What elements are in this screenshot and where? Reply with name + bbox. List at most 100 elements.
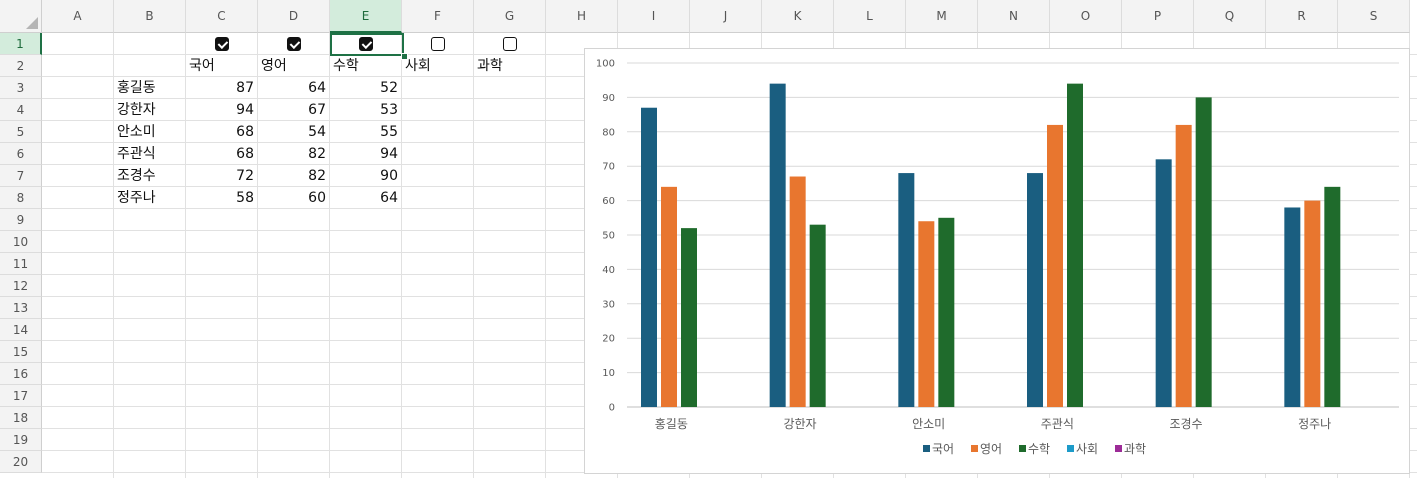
row-header-9[interactable]: 9 xyxy=(0,209,42,231)
score-cell[interactable]: 53 xyxy=(330,99,398,121)
subject-checkbox-g[interactable] xyxy=(503,37,517,51)
subject-checkbox-c[interactable] xyxy=(215,37,229,51)
student-name-cell[interactable]: 조경수 xyxy=(117,165,156,187)
column-header-a[interactable]: A xyxy=(42,0,114,33)
x-category-label: 안소미 xyxy=(912,417,945,431)
bar-수학-안소미[interactable] xyxy=(938,217,955,407)
column-header-r[interactable]: R xyxy=(1266,0,1338,33)
score-cell[interactable]: 54 xyxy=(258,121,326,143)
row-header-5[interactable]: 5 xyxy=(0,121,42,143)
column-header-l[interactable]: L xyxy=(834,0,906,33)
row-header-6[interactable]: 6 xyxy=(0,143,42,165)
column-header-g[interactable]: G xyxy=(474,0,546,33)
bar-영어-홍길동[interactable] xyxy=(661,186,677,407)
bar-영어-강한자[interactable] xyxy=(789,176,806,407)
column-header-s[interactable]: S xyxy=(1338,0,1410,33)
score-cell[interactable]: 64 xyxy=(258,77,326,99)
clustered-column-chart[interactable]: 0 10 20 30 40 50 60 70 80 90 100 홍길동 강한자 안소미 주관식 조경수 정주나… xyxy=(584,48,1410,474)
row-header-13[interactable]: 13 xyxy=(0,297,42,319)
bar-국어-홍길동[interactable] xyxy=(641,107,657,407)
row-header-15[interactable]: 15 xyxy=(0,341,42,363)
column-header-i[interactable]: I xyxy=(618,0,690,33)
row-header-12[interactable]: 12 xyxy=(0,275,42,297)
column-header-n[interactable]: N xyxy=(978,0,1050,33)
score-cell[interactable]: 68 xyxy=(186,143,254,165)
column-header-e[interactable]: E xyxy=(330,0,402,33)
bar-영어-주관식[interactable] xyxy=(1047,124,1063,408)
score-cell[interactable]: 58 xyxy=(186,187,254,209)
column-header-b[interactable]: B xyxy=(114,0,186,33)
row-header-19[interactable]: 19 xyxy=(0,429,42,451)
row-header-20[interactable]: 20 xyxy=(0,451,42,473)
score-cell[interactable]: 52 xyxy=(330,77,398,99)
bar-국어-조경수[interactable] xyxy=(1155,159,1172,407)
score-cell[interactable]: 94 xyxy=(330,143,398,165)
column-header-j[interactable]: J xyxy=(690,0,762,33)
score-cell[interactable]: 64 xyxy=(330,187,398,209)
bar-수학-주관식[interactable] xyxy=(1067,83,1083,407)
subject-header-f[interactable]: 사회 xyxy=(405,55,431,77)
bar-영어-안소미[interactable] xyxy=(918,221,935,407)
column-header-k[interactable]: K xyxy=(762,0,834,33)
bar-수학-홍길동[interactable] xyxy=(681,228,697,407)
subject-header-g[interactable]: 과학 xyxy=(477,55,503,77)
score-cell[interactable]: 82 xyxy=(258,165,326,187)
column-header-f[interactable]: F xyxy=(402,0,474,33)
score-cell[interactable]: 68 xyxy=(186,121,254,143)
column-header-m[interactable]: M xyxy=(906,0,978,33)
subject-header-e[interactable]: 수학 xyxy=(333,55,359,77)
subject-header-c[interactable]: 국어 xyxy=(189,55,215,77)
bar-국어-안소미[interactable] xyxy=(898,173,915,407)
legend-label-과학[interactable]: 과학 xyxy=(1124,442,1146,456)
legend-label-영어[interactable]: 영어 xyxy=(980,442,1002,456)
row-header-18[interactable]: 18 xyxy=(0,407,42,429)
subject-checkbox-d[interactable] xyxy=(287,37,301,51)
row-header-2[interactable]: 2 xyxy=(0,55,42,77)
score-cell[interactable]: 90 xyxy=(330,165,398,187)
student-name-cell[interactable]: 강한자 xyxy=(117,99,156,121)
student-name-cell[interactable]: 정주나 xyxy=(117,187,156,209)
row-header-10[interactable]: 10 xyxy=(0,231,42,253)
score-cell[interactable]: 87 xyxy=(186,77,254,99)
legend-label-사회[interactable]: 사회 xyxy=(1076,442,1098,456)
score-cell[interactable]: 94 xyxy=(186,99,254,121)
row-header-8[interactable]: 8 xyxy=(0,187,42,209)
score-cell[interactable]: 82 xyxy=(258,143,326,165)
bar-영어-정주나[interactable] xyxy=(1304,200,1321,407)
bar-국어-정주나[interactable] xyxy=(1284,207,1301,407)
subject-header-d[interactable]: 영어 xyxy=(261,55,287,77)
score-cell[interactable]: 60 xyxy=(258,187,326,209)
select-all-corner[interactable] xyxy=(0,0,42,33)
column-header-q[interactable]: Q xyxy=(1194,0,1266,33)
legend-label-수학[interactable]: 수학 xyxy=(1028,442,1050,456)
row-header-17[interactable]: 17 xyxy=(0,385,42,407)
bar-영어-조경수[interactable] xyxy=(1175,124,1192,408)
column-header-o[interactable]: O xyxy=(1050,0,1122,33)
column-header-c[interactable]: C xyxy=(186,0,258,33)
student-name-cell[interactable]: 안소미 xyxy=(117,121,156,143)
column-header-d[interactable]: D xyxy=(258,0,330,33)
row-header-4[interactable]: 4 xyxy=(0,99,42,121)
row-header-3[interactable]: 3 xyxy=(0,77,42,99)
student-name-cell[interactable]: 주관식 xyxy=(117,143,156,165)
subject-checkbox-f[interactable] xyxy=(431,37,445,51)
row-header-7[interactable]: 7 xyxy=(0,165,42,187)
bar-국어-강한자[interactable] xyxy=(769,83,786,407)
bar-수학-강한자[interactable] xyxy=(809,224,826,407)
fill-handle[interactable] xyxy=(401,53,408,60)
row-header-1[interactable]: 1 xyxy=(0,33,42,55)
score-cell[interactable]: 72 xyxy=(186,165,254,187)
y-tick-label: 40 xyxy=(602,265,615,276)
column-header-p[interactable]: P xyxy=(1122,0,1194,33)
score-cell[interactable]: 55 xyxy=(330,121,398,143)
score-cell[interactable]: 67 xyxy=(258,99,326,121)
row-header-11[interactable]: 11 xyxy=(0,253,42,275)
legend-label-국어[interactable]: 국어 xyxy=(932,442,954,456)
row-header-16[interactable]: 16 xyxy=(0,363,42,385)
column-header-h[interactable]: H xyxy=(546,0,618,33)
row-header-14[interactable]: 14 xyxy=(0,319,42,341)
student-name-cell[interactable]: 홍길동 xyxy=(117,77,156,99)
bar-국어-주관식[interactable] xyxy=(1027,173,1043,407)
bar-수학-정주나[interactable] xyxy=(1324,186,1341,407)
bar-수학-조경수[interactable] xyxy=(1195,97,1212,408)
